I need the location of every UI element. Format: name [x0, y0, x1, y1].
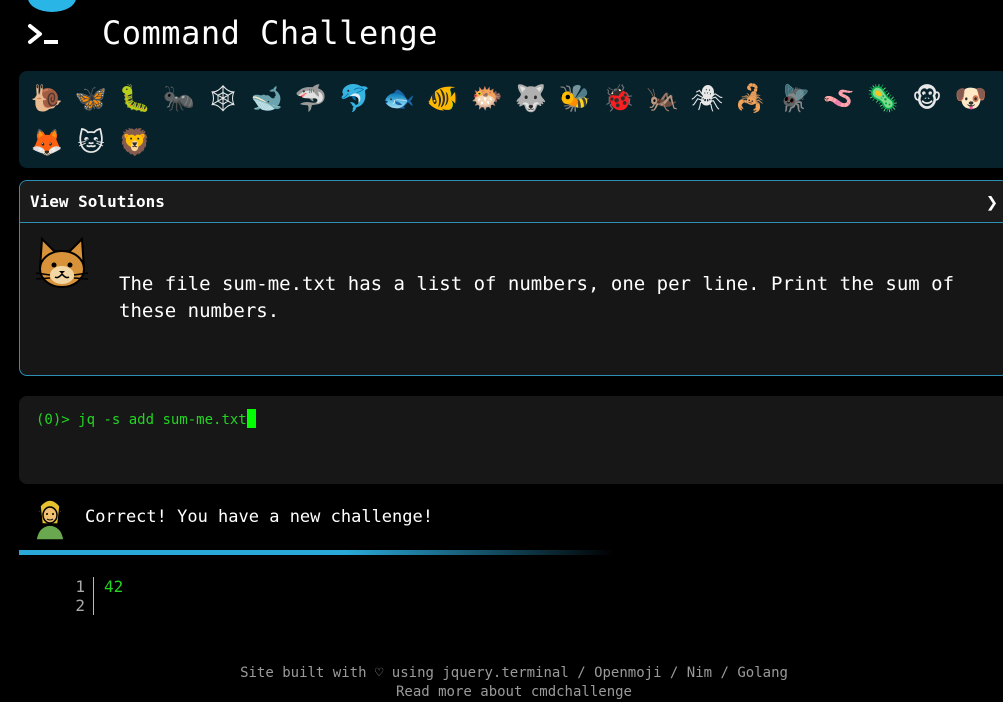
terminal-input[interactable]: jq -s add sum-me.txt — [78, 412, 247, 428]
microbe-icon[interactable]: 🦠 — [861, 77, 905, 121]
cat-avatar-icon — [35, 236, 89, 288]
page-title: Command Challenge — [102, 14, 439, 52]
terminal[interactable]: (0)> jq -s add sum-me.txt — [19, 396, 1003, 484]
snail-icon[interactable]: 🐌 — [25, 77, 69, 121]
view-solutions-toggle[interactable]: View Solutions ❯ — [20, 181, 1003, 223]
butterfly-icon[interactable]: 🦋 — [69, 77, 113, 121]
line-number: 1 — [75, 577, 85, 596]
spider-icon[interactable]: 🕷 — [685, 77, 729, 121]
fox-icon[interactable]: 🦊 — [25, 121, 69, 165]
footer: Site built with ♡ using jquery.terminal … — [0, 664, 1003, 702]
dolphin-icon[interactable]: 🐬 — [333, 77, 377, 121]
elf-avatar-icon — [33, 499, 67, 540]
header: Command Challenge — [0, 0, 1003, 70]
lion-icon[interactable]: 🦁 — [113, 121, 157, 165]
fly-icon[interactable]: 🪰 — [773, 77, 817, 121]
progress-bar — [19, 550, 614, 555]
result-message: Correct! You have a new challenge! — [85, 507, 433, 527]
scorpion-icon[interactable]: 🦂 — [729, 77, 773, 121]
terminal-prompt-icon — [28, 24, 58, 44]
line-number-gutter: 1 2 — [62, 577, 94, 615]
line-number: 2 — [75, 596, 85, 615]
spider-web-icon[interactable]: 🕸 — [201, 77, 245, 121]
shark-icon[interactable]: 🦈 — [289, 77, 333, 121]
challenge-panel: View Solutions ❯ The file sum-me.txt has… — [19, 180, 1003, 376]
output-line: 42 — [104, 577, 124, 596]
caterpillar-icon[interactable]: 🐛 — [113, 77, 157, 121]
chevron-right-icon[interactable]: ❯ — [986, 190, 998, 214]
terminal-prompt: (0)> — [36, 412, 79, 428]
tropical-fish-icon[interactable]: 🐠 — [421, 77, 465, 121]
wolf-icon[interactable]: 🐺 — [509, 77, 553, 121]
challenge-emoji-bar: 🐌 🦋 🐛 🐜 🕸 🐋 🦈 🐬 🐟 🐠 🐡 🐺 🐝 🐞 🦗 🕷 🦂 🪰 🪱 🦠 🐵 🐶 🦊 🐱 🦁 — [19, 71, 1003, 168]
result-message-row: Correct! You have a new challenge! — [30, 494, 433, 540]
dog-icon[interactable]: 🐶 — [949, 77, 993, 121]
whale-icon[interactable]: 🐋 — [245, 77, 289, 121]
terminal-cursor — [246, 409, 256, 428]
view-solutions-label: View Solutions — [30, 192, 165, 211]
monkey-icon[interactable]: 🐵 — [905, 77, 949, 121]
fish-icon[interactable]: 🐟 — [377, 77, 421, 121]
ant-icon[interactable]: 🐜 — [157, 77, 201, 121]
worm-icon[interactable]: 🪱 — [817, 77, 861, 121]
lady-beetle-icon[interactable]: 🐞 — [597, 77, 641, 121]
challenge-description: The file sum-me.txt has a list of number… — [119, 273, 955, 322]
cat-icon[interactable]: 🐱 — [69, 121, 113, 165]
footer-credits: Site built with ♡ using jquery.terminal … — [240, 665, 788, 681]
footer-read-more-link[interactable]: Read more about cmdchallenge — [25, 683, 1003, 702]
cricket-icon[interactable]: 🦗 — [641, 77, 685, 121]
blowfish-icon[interactable]: 🐡 — [465, 77, 509, 121]
bee-icon[interactable]: 🐝 — [553, 77, 597, 121]
output-lines: 42 — [94, 577, 123, 615]
output-panel: 1 2 42 — [62, 577, 123, 615]
